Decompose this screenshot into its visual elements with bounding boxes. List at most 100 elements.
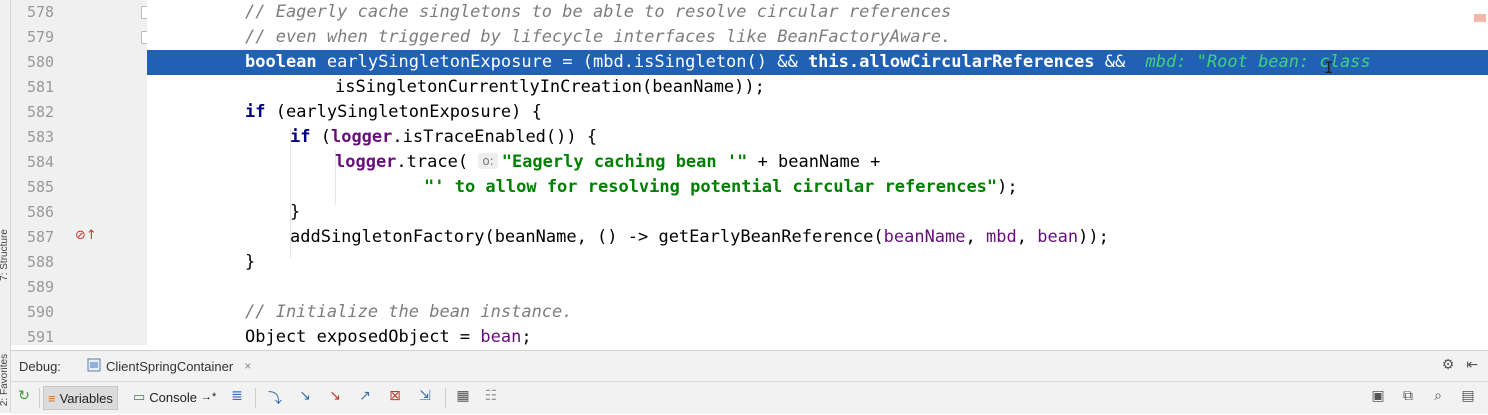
field-reference: logger <box>330 127 393 147</box>
text-cursor-icon: I <box>1324 58 1334 77</box>
code-line-589[interactable] <box>147 275 1488 300</box>
code-text: (earlySingletonExposure) { <box>265 102 542 122</box>
editor-gutter: 578 579 580 581 582 583 584 585 586 587 … <box>11 0 152 346</box>
tab-console-label: Console <box>149 389 197 405</box>
tab-variables[interactable]: ≡ Variables <box>43 386 118 410</box>
line-number: 589 <box>27 278 55 296</box>
line-number: 591 <box>27 328 55 346</box>
code-line-585[interactable]: "' to allow for resolving potential circ… <box>147 175 1488 200</box>
trace-stream-icon[interactable]: ☷ <box>482 388 500 408</box>
toolbar-separator <box>39 388 40 408</box>
step-into-icon[interactable]: ↘ <box>296 388 314 408</box>
code-text: } <box>290 202 301 222</box>
step-over-icon[interactable]: ⤵ <box>266 388 284 408</box>
code-text: .isTraceEnabled()) { <box>392 127 598 147</box>
tab-variables-label: Variables <box>59 390 113 406</box>
code-text: , <box>1016 227 1038 247</box>
code-line-584[interactable]: logger.trace( o: "Eagerly caching bean '"… <box>147 150 1488 175</box>
restore-layout-icon[interactable]: ⧉ <box>1399 388 1417 408</box>
debug-settings-group: ⚙ ⇤ <box>1442 357 1478 373</box>
code-text: )); <box>1078 227 1109 247</box>
session-name: ClientSpringContainer <box>106 358 234 374</box>
field-reference: logger <box>335 152 397 172</box>
line-number: 582 <box>27 103 55 121</box>
structure-tool-tab[interactable]: 7: Structure <box>0 220 10 290</box>
code-text: ( <box>310 127 331 147</box>
code-text: + beanName + <box>747 152 881 172</box>
code-text: , <box>965 227 986 247</box>
line-number: 584 <box>27 153 55 171</box>
code-text: ; <box>521 327 532 347</box>
favorites-tool-tab[interactable]: 2: Favorites <box>0 345 10 415</box>
code-line-587[interactable]: addSingletonFactory(beanName, () -> getE… <box>147 225 1488 250</box>
captured-variable: mbd <box>986 227 1017 247</box>
tab-console[interactable]: ▭ Console →* <box>129 386 220 408</box>
line-number: 583 <box>27 128 55 146</box>
console-icon: ▭ <box>133 389 146 404</box>
line-number: 590 <box>27 303 55 321</box>
captured-variable: beanName <box>883 227 966 247</box>
search-icon[interactable]: ⌕ <box>1429 388 1447 408</box>
code-text: ); <box>997 177 1018 197</box>
debug-title: Debug: <box>19 359 61 374</box>
step-out-icon[interactable]: ↗ <box>356 388 374 408</box>
keyword: boolean <box>245 52 317 72</box>
console-suffix: →* <box>201 391 217 403</box>
hide-icon[interactable]: ⇤ <box>1466 357 1478 373</box>
gear-icon[interactable]: ⚙ <box>1442 357 1455 373</box>
captured-variable: bean <box>480 327 522 347</box>
code-text: earlySingletonExposure = (mbd.isSingleto… <box>316 52 808 72</box>
lambda-breakpoint-icon[interactable]: ⊘↑ <box>75 228 97 243</box>
code-text: } <box>245 252 256 272</box>
line-number: 587 <box>27 228 55 246</box>
code-text: addSingletonFactory(beanName, () -> getE… <box>290 227 884 247</box>
captured-variable: bean <box>1037 227 1079 247</box>
code-line-582[interactable]: if (earlySingletonExposure) { <box>147 100 1488 125</box>
debug-session-tab[interactable]: ClientSpringContainer × <box>83 355 255 377</box>
keyword: if <box>290 127 311 147</box>
error-stripe-marker[interactable] <box>1474 14 1486 22</box>
evaluate-expression-icon[interactable]: ▦ <box>454 388 472 408</box>
rerun-icon[interactable]: ↻ <box>15 388 33 408</box>
code-line-581[interactable]: isSingletonCurrentlyInCreation(beanName)… <box>147 75 1488 100</box>
layout-icon[interactable]: ▣ <box>1369 388 1387 408</box>
keyword: if <box>245 102 266 122</box>
comment: // Eagerly cache singletons to be able t… <box>245 2 952 22</box>
variables-icon: ≡ <box>48 390 56 406</box>
code-line-578[interactable]: // Eagerly cache singletons to be able t… <box>147 0 1488 25</box>
line-number: 580 <box>27 53 55 71</box>
code-line-586[interactable]: } <box>147 200 1488 225</box>
toolbar-separator <box>255 388 256 408</box>
code-line-580-current[interactable]: boolean earlySingletonExposure = (mbd.is… <box>147 50 1488 75</box>
code-text: isSingletonCurrentlyInCreation(beanName)… <box>335 77 765 97</box>
debug-tool-window-header: Debug: ClientSpringContainer × ⚙ ⇤ <box>11 350 1488 381</box>
code-line-579[interactable]: // even when triggered by lifecycle inte… <box>147 25 1488 50</box>
line-number: 579 <box>27 28 55 46</box>
code-text: .trace( <box>396 152 479 172</box>
keyword: this <box>807 52 849 72</box>
code-editor[interactable]: // Eagerly cache singletons to be able t… <box>147 0 1488 347</box>
code-text: && <box>1094 52 1136 72</box>
run-config-icon <box>87 358 101 375</box>
force-step-into-icon[interactable]: ↘ <box>326 388 344 408</box>
run-to-cursor-icon[interactable]: ⇲ <box>416 388 434 408</box>
line-number: 588 <box>27 253 55 271</box>
line-number: 586 <box>27 203 55 221</box>
line-number: 585 <box>27 178 55 196</box>
code-line-590[interactable]: // Initialize the bean instance. <box>147 300 1488 325</box>
line-number: 581 <box>27 78 55 96</box>
line-number: 578 <box>27 3 55 21</box>
show-execution-point-icon[interactable]: ≣ <box>228 388 246 408</box>
close-icon[interactable]: × <box>244 359 251 373</box>
code-text: Object exposedObject = <box>245 327 481 347</box>
comment: // even when triggered by lifecycle inte… <box>245 27 952 47</box>
field-reference: .allowCircularReferences <box>848 52 1095 72</box>
inline-debug-value[interactable]: mbd: "Root bean: class <box>1145 52 1370 72</box>
string-literal: "Eagerly caching bean '" <box>501 152 748 172</box>
drop-frame-icon[interactable]: ⊠ <box>386 388 404 408</box>
code-line-583[interactable]: if (logger.isTraceEnabled()) { <box>147 125 1488 150</box>
filter-icon[interactable]: ▤ <box>1459 388 1477 408</box>
code-line-588[interactable]: } <box>147 250 1488 275</box>
code-line-591[interactable]: Object exposedObject = bean; <box>147 325 1488 350</box>
toolbar-separator <box>445 388 446 408</box>
